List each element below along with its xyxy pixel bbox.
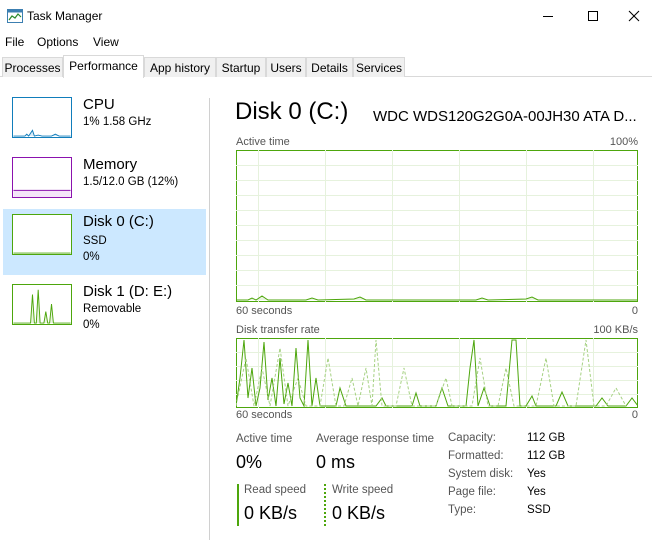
active-time-graph-label: Active time xyxy=(236,136,290,148)
formatted-label: Formatted: xyxy=(448,450,504,462)
read-speed-legend-bar xyxy=(237,484,239,526)
write-speed-value: 0 KB/s xyxy=(332,503,386,523)
minimize-icon xyxy=(543,16,553,17)
window-title: Task Manager xyxy=(27,9,103,23)
active-time-graph-min: 0 xyxy=(631,305,638,317)
active-time-graph-span: 60 seconds xyxy=(236,305,293,317)
close-icon xyxy=(628,10,639,22)
task-manager-icon xyxy=(7,9,23,23)
tab-startup[interactable]: Startup xyxy=(216,57,266,77)
sidebar-item-disk-1[interactable]: Disk 1 (D: E:) Removable 0% xyxy=(3,279,206,345)
read-speed-value: 0 KB/s xyxy=(244,503,298,523)
transfer-rate-graph xyxy=(236,338,638,408)
active-time-stat-label: Active time xyxy=(236,433,293,445)
tab-processes[interactable]: Processes xyxy=(2,57,63,77)
transfer-graph-span: 60 seconds xyxy=(236,409,293,421)
type-value: SSD xyxy=(527,504,551,516)
sidebar-detail: 1% 1.58 GHz xyxy=(83,116,152,128)
transfer-graph-min: 0 xyxy=(631,409,638,421)
menu-file[interactable]: File xyxy=(5,35,24,49)
menu-bar: File Options View xyxy=(0,33,652,51)
tab-details[interactable]: Details xyxy=(306,57,353,77)
write-speed-legend-bar xyxy=(324,484,326,526)
page-file-value: Yes xyxy=(527,486,546,498)
transfer-graph-max: 100 KB/s xyxy=(593,324,638,336)
page-file-label: Page file: xyxy=(448,486,496,498)
sidebar-title: Disk 0 (C:) xyxy=(83,213,154,230)
tab-performance[interactable]: Performance xyxy=(63,55,144,78)
system-disk-label: System disk: xyxy=(448,468,514,480)
active-time-stat-value: 0% xyxy=(236,452,263,472)
close-button[interactable] xyxy=(615,0,652,32)
transfer-graph-label: Disk transfer rate xyxy=(236,324,320,336)
maximize-button[interactable] xyxy=(570,0,616,32)
menu-view[interactable]: View xyxy=(93,35,119,49)
sidebar-usage: 0% xyxy=(83,251,100,263)
maximize-icon xyxy=(588,11,598,21)
capacity-label: Capacity: xyxy=(448,432,496,444)
capacity-value: 112 GB xyxy=(527,432,566,444)
memory-thumbnail-graph xyxy=(12,157,72,198)
system-disk-value: Yes xyxy=(527,468,546,480)
tab-strip: Processes Performance App history Startu… xyxy=(0,55,652,78)
write-speed-label: Write speed xyxy=(332,484,394,496)
sidebar-item-cpu[interactable]: CPU 1% 1.58 GHz xyxy=(3,92,206,158)
disk-0-thumbnail-graph xyxy=(12,214,72,255)
avg-response-stat-label: Average response time xyxy=(316,433,435,445)
formatted-value: 112 GB xyxy=(527,450,566,462)
tab-app-history[interactable]: App history xyxy=(144,57,216,77)
menu-options[interactable]: Options xyxy=(37,35,78,49)
sidebar-detail: SSD xyxy=(83,235,107,247)
tab-services[interactable]: Services xyxy=(353,57,405,77)
sidebar-detail: 1.5/12.0 GB (12%) xyxy=(83,176,179,188)
sidebar-detail: Removable xyxy=(83,303,142,315)
active-time-graph-max: 100% xyxy=(609,136,638,148)
panel-divider xyxy=(209,98,210,540)
active-time-graph xyxy=(236,150,638,302)
resource-sidebar: CPU 1% 1.58 GHz Memory 1.5/12.0 GB (12%)… xyxy=(0,92,210,542)
sidebar-item-disk-0[interactable]: Disk 0 (C:) SSD 0% xyxy=(3,209,206,275)
disk-heading: Disk 0 (C:) xyxy=(235,98,349,125)
type-label: Type: xyxy=(448,504,477,516)
disk-1-thumbnail-graph xyxy=(12,284,72,325)
avg-response-stat-value: 0 ms xyxy=(316,452,356,472)
sidebar-usage: 0% xyxy=(83,319,100,331)
sidebar-title: Memory xyxy=(83,156,138,173)
tab-users[interactable]: Users xyxy=(266,57,306,77)
title-bar[interactable]: Task Manager xyxy=(0,0,652,32)
sidebar-title: Disk 1 (D: E:) xyxy=(83,283,173,300)
read-speed-label: Read speed xyxy=(244,484,307,496)
disk-model: WDC WDS120G2G0A-00JH30 ATA D... xyxy=(373,108,637,125)
minimize-button[interactable] xyxy=(525,0,571,32)
sidebar-title: CPU xyxy=(83,96,115,113)
cpu-thumbnail-graph xyxy=(12,97,72,138)
